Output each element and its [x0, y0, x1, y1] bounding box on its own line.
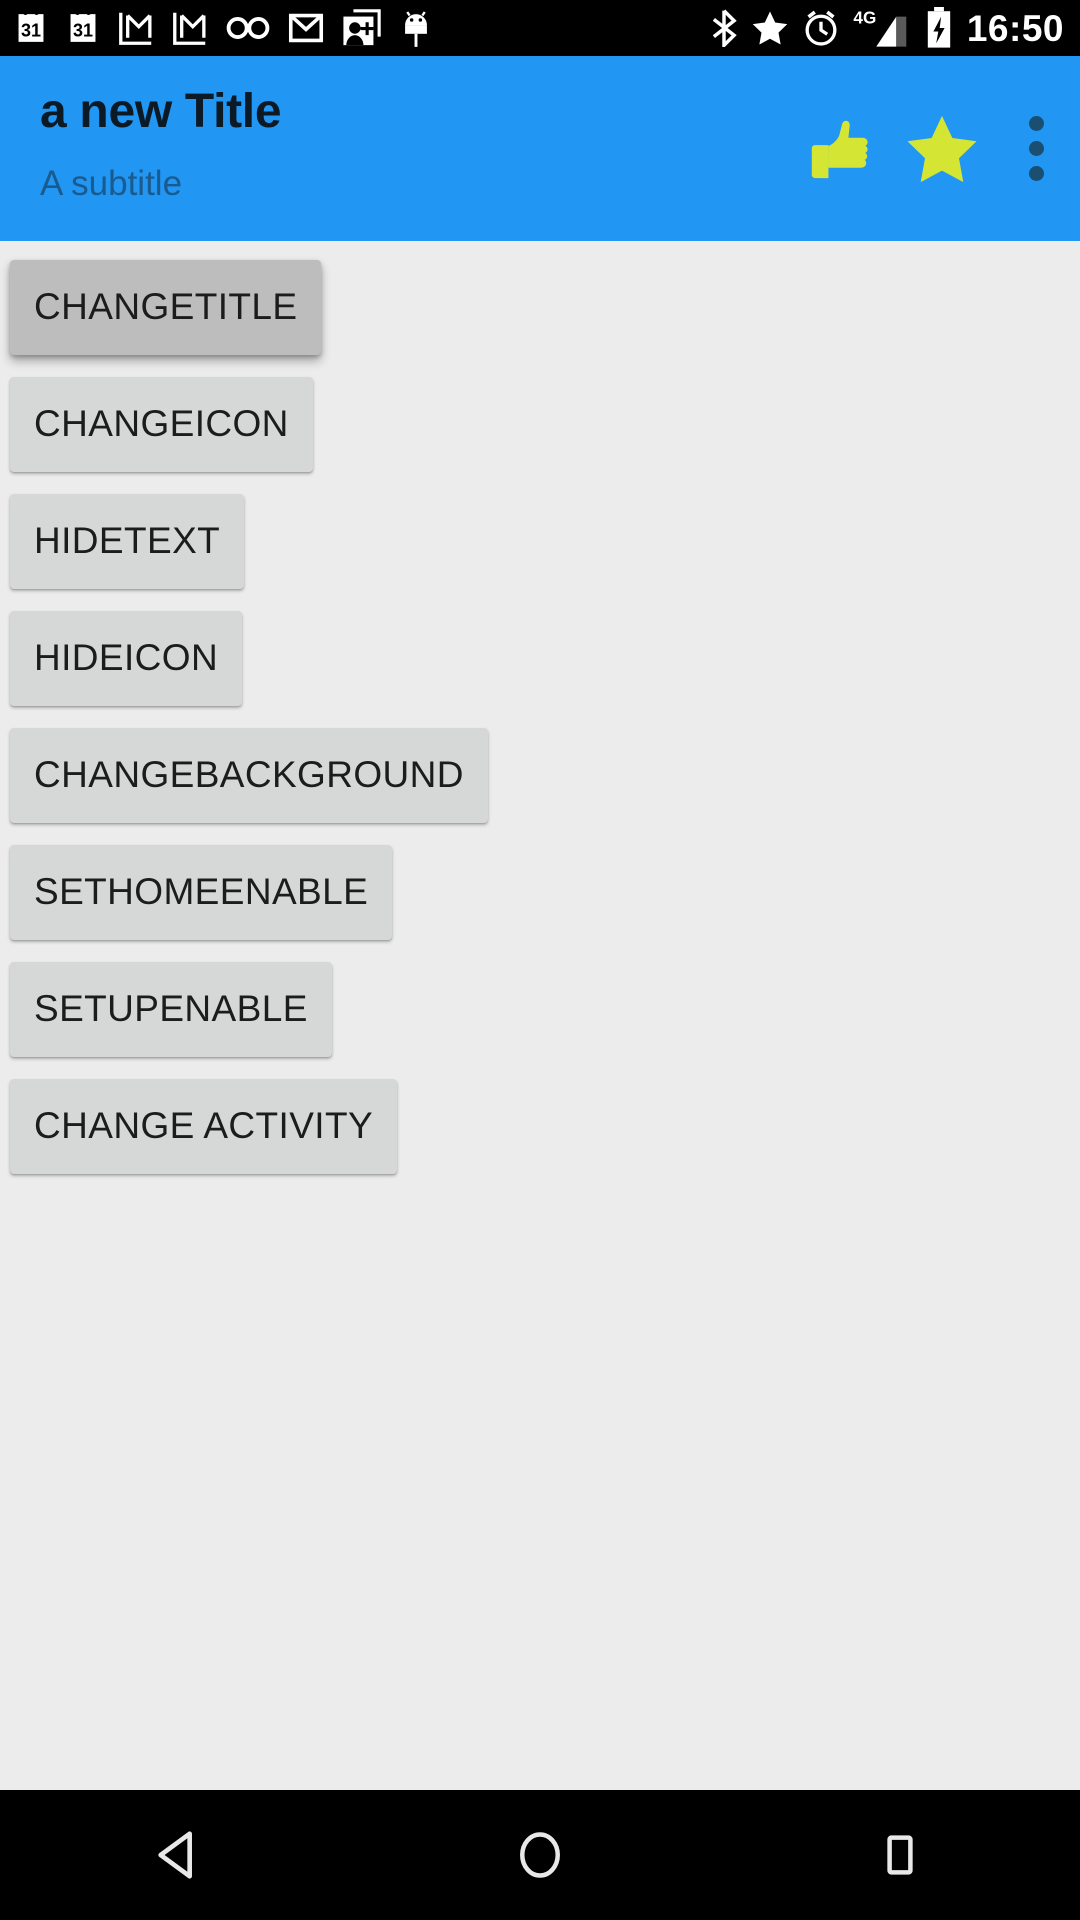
overflow-dot-3	[1028, 166, 1044, 181]
nav-home-button[interactable]	[440, 1790, 640, 1920]
bluetooth-icon	[712, 9, 737, 47]
status-bar: 31 31 4G 16:50	[0, 0, 1080, 56]
svg-text:31: 31	[21, 20, 41, 40]
button-row: HIDEICON	[0, 611, 1080, 706]
overflow-menu-button[interactable]	[992, 56, 1080, 241]
navigation-bar	[0, 1790, 1080, 1920]
hide-text-button[interactable]: HIDETEXT	[10, 494, 245, 589]
gmail-icon-2	[173, 12, 206, 45]
app-bar: a new Title A subtitle	[0, 56, 1080, 241]
calendar-icon-2: 31	[70, 10, 96, 42]
app-bar-subtitle: A subtitle	[40, 164, 183, 203]
button-row: CHANGE ACTIVITY	[0, 1079, 1080, 1174]
home-circle-icon	[520, 1832, 560, 1878]
alarm-icon	[805, 10, 837, 46]
change-activity-button[interactable]: CHANGE ACTIVITY	[10, 1079, 398, 1174]
set-home-enable-button[interactable]: SETHOMEENABLE	[10, 845, 393, 940]
star-icon	[907, 115, 977, 182]
back-triangle-icon	[158, 1831, 192, 1879]
phone-screen: 31 31 4G 16:50 a new Title A subtitle CH…	[0, 0, 1080, 1920]
overflow-dot-2	[1028, 141, 1044, 156]
change-background-button[interactable]: CHANGEBACKGROUND	[10, 728, 488, 823]
gmail-icon-1	[119, 12, 152, 45]
status-bar-notification-icons: 31 31	[14, 9, 432, 47]
thumb-up-icon	[811, 120, 868, 178]
overflow-dot-1	[1028, 116, 1044, 131]
nav-recents-button[interactable]	[800, 1790, 1000, 1920]
star-status-icon	[752, 11, 788, 45]
app-bar-title: a new Title	[40, 85, 282, 138]
svg-text:31: 31	[73, 20, 93, 40]
voicemail-icon	[226, 17, 270, 39]
change-title-button[interactable]: CHANGETITLE	[10, 260, 322, 355]
recents-square-icon	[887, 1835, 913, 1875]
button-row: CHANGEICON	[0, 377, 1080, 472]
gmail-icon-3	[288, 13, 324, 43]
button-row: CHANGEBACKGROUND	[0, 728, 1080, 823]
change-icon-button[interactable]: CHANGEICON	[10, 377, 313, 472]
status-bar-system-icons: 4G 16:50	[711, 0, 1064, 56]
add-contact-icon	[343, 9, 381, 46]
status-bar-clock: 16:50	[966, 7, 1064, 49]
thumb-up-action-button[interactable]	[792, 56, 892, 241]
main-content: CHANGETITLE CHANGEICON HIDETEXT HIDEICON…	[0, 241, 1080, 1790]
button-row: SETUPENABLE	[0, 962, 1080, 1057]
calendar-icon-1: 31	[18, 10, 44, 42]
button-row: CHANGETITLE	[0, 260, 1080, 355]
star-action-button[interactable]	[892, 56, 992, 241]
nav-back-button[interactable]	[80, 1790, 280, 1920]
android-icon	[405, 11, 427, 47]
hide-icon-button[interactable]: HIDEICON	[10, 611, 243, 706]
svg-text:4G: 4G	[853, 8, 876, 28]
set-up-enable-button[interactable]: SETUPENABLE	[10, 962, 332, 1057]
button-row: SETHOMEENABLE	[0, 845, 1080, 940]
battery-charging-icon	[927, 7, 951, 48]
button-row: HIDETEXT	[0, 494, 1080, 589]
signal-bars-icon: 4G	[853, 8, 907, 47]
app-bar-actions	[792, 56, 1080, 241]
